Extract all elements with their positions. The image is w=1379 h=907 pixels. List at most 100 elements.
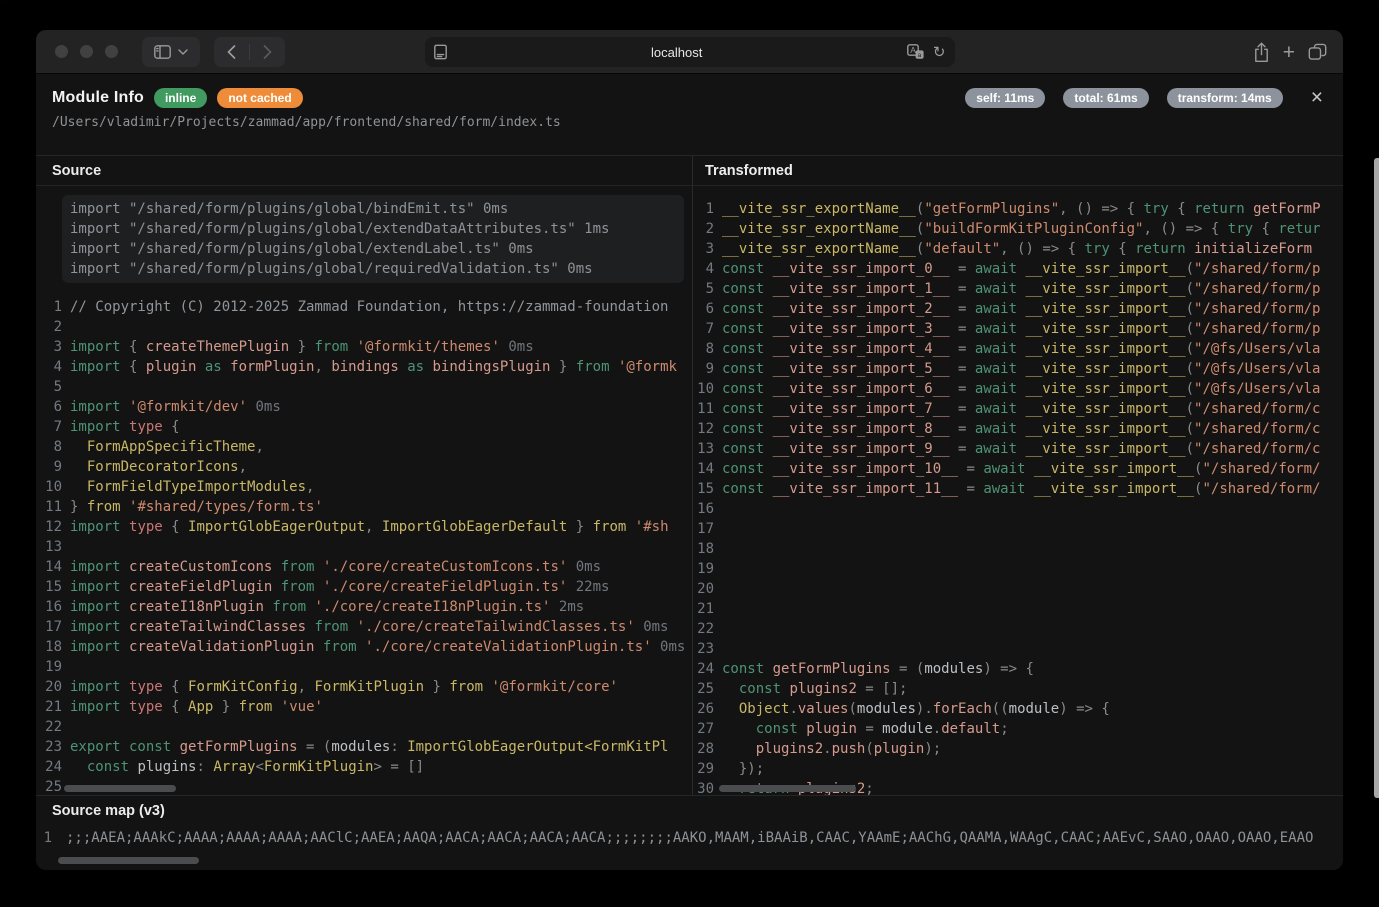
code-line: 18 [693, 539, 1343, 559]
close-window-icon[interactable] [55, 45, 68, 58]
browser-toolbar: localhost A a ↻ + [36, 30, 1343, 74]
code-line: 19 [36, 657, 692, 677]
transformed-horizontal-scrollbar[interactable] [719, 785, 856, 792]
code-line: 24 const plugins: Array<FormKitPlugin> =… [36, 757, 692, 777]
code-line: 27 const plugin = module.default; [693, 719, 1343, 739]
code-line: 8const __vite_ssr_import_4__ = await __v… [693, 339, 1343, 359]
code-line: 14const __vite_ssr_import_10__ = await _… [693, 459, 1343, 479]
transformed-panel-title: Transformed [693, 156, 1343, 186]
sourcemap-panel: Source map (v3) 1;;;AAEA;AAAkC;AAAA;AAAA… [36, 795, 1343, 870]
code-line: 25 const plugins2 = []; [693, 679, 1343, 699]
status-badge-inline: inline [154, 88, 207, 108]
close-icon[interactable]: × [1311, 87, 1323, 108]
code-line: 13const __vite_ssr_import_9__ = await __… [693, 439, 1343, 459]
code-line: 15const __vite_ssr_import_11__ = await _… [693, 479, 1343, 499]
code-line: 6import '@formkit/dev' 0ms [36, 397, 692, 417]
timing-badge-total: total: 61ms [1063, 88, 1148, 108]
code-line: 3import { createThemePlugin } from '@for… [36, 337, 692, 357]
forward-button[interactable] [250, 37, 285, 67]
code-line: 3__vite_ssr_exportName__("default", () =… [693, 239, 1343, 259]
browser-window: localhost A a ↻ + [36, 30, 1343, 870]
sidebar-toggle-button[interactable] [142, 37, 200, 67]
import-timing-line: import "/shared/form/plugins/global/requ… [70, 259, 676, 279]
code-line: 15import createFieldPlugin from './core/… [36, 577, 692, 597]
code-line: 1;;;AAEA;AAAkC;AAAA;AAAA;AAAA;AAClC;AAEA… [36, 828, 1343, 848]
code-line: 23export const getFormPlugins = (modules… [36, 737, 692, 757]
svg-text:A: A [910, 45, 916, 55]
code-line: 16 [693, 499, 1343, 519]
source-panel-title: Source [36, 156, 692, 186]
source-horizontal-scrollbar[interactable] [64, 785, 176, 792]
source-import-timings-block: import "/shared/form/plugins/global/bind… [62, 195, 684, 283]
import-timing-line: import "/shared/form/plugins/global/exte… [70, 219, 676, 239]
tabs-overview-icon[interactable] [1308, 43, 1327, 61]
code-panels: Source import "/shared/form/plugins/glob… [36, 155, 1343, 795]
code-line: 22 [36, 717, 692, 737]
page-title: Module Info [52, 89, 144, 107]
code-line: 2 [36, 317, 692, 337]
zoom-window-icon[interactable] [105, 45, 118, 58]
code-line: 12const __vite_ssr_import_8__ = await __… [693, 419, 1343, 439]
reload-icon[interactable]: ↻ [933, 45, 946, 60]
code-line: 9 FormDecoratorIcons, [36, 457, 692, 477]
code-line: 7const __vite_ssr_import_3__ = await __v… [693, 319, 1343, 339]
code-line: 13 [36, 537, 692, 557]
import-timing-line: import "/shared/form/plugins/global/exte… [70, 239, 676, 259]
code-line: 26 Object.values(modules).forEach((modul… [693, 699, 1343, 719]
sourcemap-horizontal-scrollbar[interactable] [58, 857, 199, 864]
code-line: 18import createValidationPlugin from './… [36, 637, 692, 657]
code-line: 10 FormFieldTypeImportModules, [36, 477, 692, 497]
page-vertical-scrollbar[interactable] [1374, 158, 1379, 798]
source-code-view[interactable]: import "/shared/form/plugins/global/bind… [36, 187, 692, 795]
svg-text:a: a [918, 52, 922, 59]
code-line: 10const __vite_ssr_import_6__ = await __… [693, 379, 1343, 399]
code-line: 21import type { App } from 'vue' [36, 697, 692, 717]
translate-icon[interactable]: A a [907, 44, 924, 60]
code-line: 28 plugins2.push(plugin); [693, 739, 1343, 759]
back-button[interactable] [214, 37, 249, 67]
code-line: 17 [693, 519, 1343, 539]
code-line: 11const __vite_ssr_import_7__ = await __… [693, 399, 1343, 419]
sourcemap-code-view[interactable]: 1;;;AAEA;AAAkC;AAAA;AAAA;AAAA;AAClC;AAEA… [36, 828, 1343, 870]
code-line: 24const getFormPlugins = (modules) => { [693, 659, 1343, 679]
code-line: 23 [693, 639, 1343, 659]
code-line: 14import createCustomIcons from './core/… [36, 557, 692, 577]
code-line: 7import type { [36, 417, 692, 437]
chevron-down-icon [178, 49, 188, 55]
code-line: 22 [693, 619, 1343, 639]
code-line: 2__vite_ssr_exportName__("buildFormKitPl… [693, 219, 1343, 239]
timing-badge-transform: transform: 14ms [1167, 88, 1283, 108]
status-badge-not-cached: not cached [217, 88, 302, 108]
code-line: 9const __vite_ssr_import_5__ = await __v… [693, 359, 1343, 379]
address-bar[interactable]: localhost A a ↻ [425, 37, 955, 67]
reader-icon[interactable] [434, 44, 447, 60]
module-file-path: /Users/vladimir/Projects/zammad/app/fron… [52, 115, 1327, 130]
code-line: 29 }); [693, 759, 1343, 779]
transformed-panel: Transformed 1__vite_ssr_exportName__("ge… [692, 156, 1343, 795]
code-line: 4import { plugin as formPlugin, bindings… [36, 357, 692, 377]
url-text: localhost [447, 45, 907, 60]
code-line: 19 [693, 559, 1343, 579]
code-line: 20 [693, 579, 1343, 599]
code-line: 17import createTailwindClasses from './c… [36, 617, 692, 637]
code-line: 6const __vite_ssr_import_2__ = await __v… [693, 299, 1343, 319]
code-line: 8 FormAppSpecificTheme, [36, 437, 692, 457]
import-timing-line: import "/shared/form/plugins/global/bind… [70, 199, 676, 219]
code-line: 21 [693, 599, 1343, 619]
code-line: 12import type { ImportGlobEagerOutput, I… [36, 517, 692, 537]
code-line: 20import type { FormKitConfig, FormKitPl… [36, 677, 692, 697]
new-tab-button[interactable]: + [1283, 42, 1295, 63]
transformed-code-view[interactable]: 1__vite_ssr_exportName__("getFormPlugins… [693, 187, 1343, 795]
code-line: 1// Copyright (C) 2012-2025 Zammad Found… [36, 297, 692, 317]
code-line: 1__vite_ssr_exportName__("getFormPlugins… [693, 199, 1343, 219]
module-info-header: Module Info inline not cached self: 11ms… [36, 74, 1343, 154]
sidebar-icon [154, 45, 171, 59]
sourcemap-panel-title: Source map (v3) [36, 796, 1343, 824]
timing-badge-self: self: 11ms [965, 88, 1045, 108]
nav-buttons [214, 37, 285, 67]
share-icon[interactable] [1253, 42, 1270, 63]
code-line: 4const __vite_ssr_import_0__ = await __v… [693, 259, 1343, 279]
code-line: 16import createI18nPlugin from './core/c… [36, 597, 692, 617]
code-line: 11} from '#shared/types/form.ts' [36, 497, 692, 517]
minimize-window-icon[interactable] [80, 45, 93, 58]
